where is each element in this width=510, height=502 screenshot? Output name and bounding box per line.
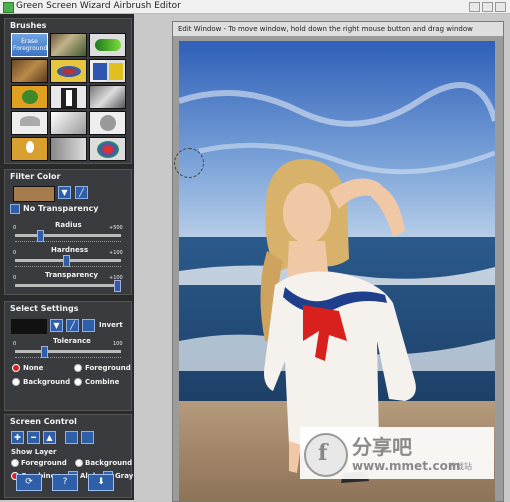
zoom-out-button[interactable]: ━ <box>27 431 40 444</box>
tolerance-ticks <box>15 357 121 362</box>
brush-4[interactable] <box>11 59 48 83</box>
brush-erase-foreground[interactable]: Erase Foreground <box>11 33 48 57</box>
layer-radio-background[interactable] <box>75 459 83 467</box>
brush-6[interactable] <box>89 59 126 83</box>
brush-11[interactable] <box>50 111 87 135</box>
zoom-in-button[interactable]: ✚ <box>11 431 24 444</box>
brush-9[interactable] <box>89 85 126 109</box>
layer-foreground-label: Foreground <box>21 459 67 467</box>
transparency-slider-handle[interactable] <box>113 280 121 292</box>
radius-label: Radius <box>55 221 82 229</box>
tolerance-label: Tolerance <box>53 337 91 345</box>
brush-10[interactable] <box>11 111 48 135</box>
watermark-logo-icon: f <box>304 433 348 477</box>
close-button[interactable] <box>495 2 506 12</box>
filter-color-heading: Filter Color <box>10 172 61 181</box>
select-clear-button[interactable] <box>82 319 95 332</box>
no-transparency-checkbox[interactable] <box>10 204 20 214</box>
foreground-label: Foreground <box>85 364 131 372</box>
save-button[interactable]: ⬇ <box>88 474 114 491</box>
tool-panel: Brushes Erase Foreground Filter Color ▼ … <box>0 14 134 500</box>
brush-15[interactable] <box>89 137 126 161</box>
screen-control-heading: Screen Control <box>10 417 77 426</box>
brush-14[interactable] <box>50 137 87 161</box>
brushes-heading: Brushes <box>10 21 47 30</box>
hardness-label: Hardness <box>51 246 89 254</box>
brush-12[interactable] <box>89 111 126 135</box>
radius-min: 0 <box>13 225 17 231</box>
transparency-slider-track[interactable] <box>15 284 121 287</box>
site-watermark: f 分享吧 下载站 www.mmet.com <box>300 427 494 479</box>
select-dropdown-button[interactable]: ▼ <box>50 319 63 332</box>
window-controls <box>469 2 506 12</box>
layer-background-label: Background <box>85 459 133 467</box>
fit-window-button[interactable] <box>65 431 78 444</box>
transparency-min: 0 <box>13 275 17 281</box>
combine-label: Combine <box>85 378 120 386</box>
tolerance-min: 0 <box>13 341 17 347</box>
brush-8[interactable] <box>50 85 87 109</box>
app-icon <box>3 2 14 13</box>
none-label: None <box>23 364 44 372</box>
select-settings-heading: Select Settings <box>10 304 79 313</box>
eyedropper-button[interactable]: ╱ <box>75 186 88 199</box>
hardness-min: 0 <box>13 250 17 256</box>
select-settings-section: Select Settings ▼ ╱ Invert Tolerance 0 1… <box>4 301 132 411</box>
transparency-label: Transparency <box>45 271 98 279</box>
tolerance-slider-track[interactable] <box>15 350 121 353</box>
edit-window-title[interactable]: Edit Window - To move window, hold down … <box>173 22 503 36</box>
color-picker-dropdown-button[interactable]: ▼ <box>58 186 71 199</box>
hardness-max: +100 <box>109 250 123 256</box>
brush-cursor <box>174 148 204 178</box>
layer-radio-foreground[interactable] <box>11 459 19 467</box>
full-size-button[interactable] <box>81 431 94 444</box>
filter-color-swatch[interactable] <box>13 186 55 202</box>
radius-slider-track[interactable] <box>15 234 121 237</box>
maximize-button[interactable] <box>482 2 493 12</box>
brush-label: Erase Foreground <box>13 38 48 52</box>
brush-5[interactable] <box>50 59 87 83</box>
select-color-swatch[interactable] <box>11 319 47 334</box>
radio-background[interactable] <box>12 378 20 386</box>
radius-max: +500 <box>109 225 123 231</box>
watermark-domain: www.mmet.com <box>352 459 461 473</box>
title-bar: Green Screen Wizard Airbrush Editor <box>0 0 510 14</box>
background-label: Background <box>23 378 71 386</box>
no-transparency-label: No Transparency <box>23 204 99 213</box>
window-title: Green Screen Wizard Airbrush Editor <box>16 1 181 11</box>
tolerance-max: 100 <box>113 341 123 347</box>
radio-none[interactable] <box>12 364 20 372</box>
brush-3[interactable] <box>89 33 126 57</box>
move-up-button[interactable]: ▲ <box>43 431 56 444</box>
brush-13[interactable] <box>11 137 48 161</box>
radio-foreground[interactable] <box>74 364 82 372</box>
brushes-section: Brushes Erase Foreground <box>4 18 132 164</box>
gray-label: Gray <box>115 472 134 480</box>
show-layer-label: Show Layer <box>11 448 57 456</box>
invert-label[interactable]: Invert <box>99 321 123 329</box>
radio-combine[interactable] <box>74 378 82 386</box>
brush-grid: Erase Foreground <box>11 33 126 161</box>
filter-color-section: Filter Color ▼ ╱ No Transparency Radius … <box>4 169 132 295</box>
watermark-text: 分享吧 <box>352 435 412 459</box>
brush-7[interactable] <box>11 85 48 109</box>
help-button[interactable]: ? <box>52 474 78 491</box>
minimize-button[interactable] <box>469 2 480 12</box>
refresh-button[interactable]: ⟳ <box>16 474 42 491</box>
brush-2[interactable] <box>50 33 87 57</box>
select-eyedropper-button[interactable]: ╱ <box>66 319 79 332</box>
